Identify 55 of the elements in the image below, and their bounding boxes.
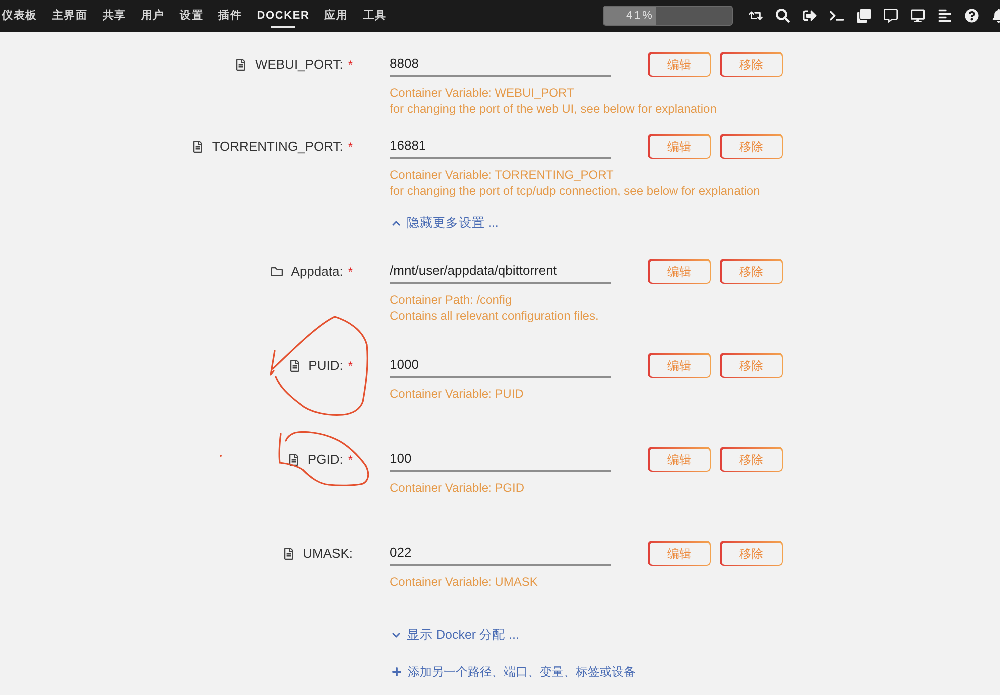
- toggle-link[interactable]: 隐藏更多设置 ...: [392, 214, 499, 232]
- file-icon: [283, 548, 296, 560]
- field-description: Container Variable: PUID: [390, 386, 524, 402]
- chat-bubble-icon[interactable]: [884, 9, 898, 23]
- toggle-link[interactable]: 显示 Docker 分配 ...: [392, 626, 520, 644]
- field-description: for changing the port of tcp/udp connection, see below for explanation: [390, 183, 760, 199]
- repeat-arrows-icon[interactable]: [749, 9, 763, 23]
- nav-tab[interactable]: 仪表板: [2, 0, 38, 32]
- field-label: WEBUI_PORT:: [255, 56, 344, 74]
- terminal-icon[interactable]: [830, 9, 844, 23]
- add-link[interactable]: 添加另一个路径、端口、变量、标签或设备: [392, 663, 636, 681]
- input-field[interactable]: 100: [390, 447, 611, 472]
- field-label: PUID:: [308, 356, 344, 375]
- field-description: for changing the port of the web UI, see below for explanation: [390, 101, 717, 117]
- required-asterisk: *: [348, 56, 353, 74]
- required-asterisk: *: [348, 452, 353, 468]
- input-field[interactable]: 8808: [390, 52, 611, 77]
- field-description: Container Variable: UMASK: [390, 574, 538, 590]
- field-label: TORRENTING_PORT:: [212, 138, 344, 156]
- field-label: Appdata:: [291, 262, 344, 281]
- nav-tab[interactable]: 用户: [141, 0, 166, 32]
- required-asterisk: *: [348, 264, 353, 280]
- copy-icon[interactable]: [857, 9, 871, 23]
- required-asterisk: *: [348, 138, 353, 156]
- folder-icon: [271, 266, 284, 278]
- search-icon[interactable]: [776, 9, 790, 23]
- field-description: Container Variable: WEBUI_PORT: [390, 85, 574, 101]
- field-description: Container Path: /config: [390, 292, 512, 308]
- input-field[interactable]: /mnt/user/appdata/qbittorrent: [390, 259, 611, 284]
- input-field[interactable]: 1000: [390, 353, 611, 378]
- field-description: Container Variable: PGID: [390, 480, 525, 496]
- help-icon[interactable]: [965, 9, 979, 23]
- text-lines-icon[interactable]: [938, 9, 952, 23]
- input-field[interactable]: 16881: [390, 134, 611, 159]
- field-label: UMASK:: [303, 544, 353, 563]
- nav-tab[interactable]: 主界面: [52, 0, 88, 32]
- nav-tab[interactable]: 共享: [102, 0, 126, 32]
- field-description: Container Variable: TORRENTING_PORT: [390, 167, 614, 183]
- file-icon: [288, 454, 300, 466]
- file-icon: [235, 58, 248, 70]
- file-icon: [288, 360, 301, 372]
- input-field[interactable]: 022: [390, 541, 611, 566]
- progress-text: 41%: [626, 8, 656, 24]
- monitor-icon[interactable]: [911, 9, 925, 23]
- required-asterisk: *: [348, 358, 353, 374]
- field-description: Contains all relevant configuration files.: [390, 308, 599, 324]
- nav-tab[interactable]: 插件: [218, 0, 242, 32]
- nav-tab[interactable]: 工具: [363, 0, 387, 32]
- nav-tab[interactable]: 设置: [180, 0, 204, 32]
- file-icon: [192, 140, 204, 152]
- nav-tab[interactable]: 应用: [324, 0, 348, 32]
- logout-icon[interactable]: [803, 9, 817, 23]
- nav-tab[interactable]: DOCKER: [257, 0, 310, 32]
- field-label: PGID:: [308, 450, 344, 469]
- plus-icon: [392, 667, 402, 677]
